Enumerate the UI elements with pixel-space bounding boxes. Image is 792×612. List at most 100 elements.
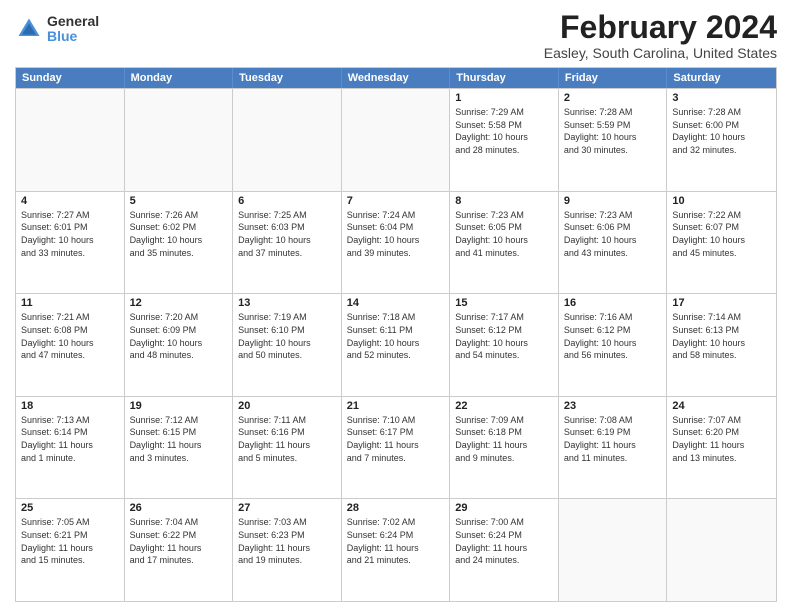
cal-cell bbox=[233, 89, 342, 191]
cal-header-cell: Sunday bbox=[16, 68, 125, 88]
main-title: February 2024 bbox=[544, 10, 777, 45]
cal-cell: 4Sunrise: 7:27 AMSunset: 6:01 PMDaylight… bbox=[16, 192, 125, 294]
day-number: 25 bbox=[21, 502, 119, 514]
day-number: 10 bbox=[672, 195, 771, 207]
day-number: 15 bbox=[455, 297, 553, 309]
day-number: 17 bbox=[672, 297, 771, 309]
cal-cell: 8 Sunrise: 7:23 AMSunset: 6:05 PMDaylight… bbox=[450, 192, 559, 294]
cal-week: 1 Sunrise: 7:29 AMSunset: 5:58 PMDaylight… bbox=[16, 88, 776, 191]
cal-cell: 1 Sunrise: 7:29 AMSunset: 5:58 PMDaylight… bbox=[450, 89, 559, 191]
day-number: 24 bbox=[672, 400, 771, 412]
cal-cell: 3Sunrise: 7:28 AMSunset: 6:00 PMDaylight… bbox=[667, 89, 776, 191]
day-number: 26 bbox=[130, 502, 228, 514]
day-info: Sunrise: 7:26 AMSunset: 6:02 PMDaylight:… bbox=[130, 209, 228, 259]
page: General Blue February 2024 Easley, South… bbox=[0, 0, 792, 612]
cal-cell: 10 Sunrise: 7:22 AMSunset: 6:07 PMDayligh… bbox=[667, 192, 776, 294]
day-info: Sunrise: 7:10 AMSunset: 6:17 PMDaylight:… bbox=[347, 414, 445, 464]
cal-cell: 22 Sunrise: 7:09 AMSunset: 6:18 PMDayligh… bbox=[450, 397, 559, 499]
day-number: 5 bbox=[130, 195, 228, 207]
day-info: Sunrise: 7:11 AMSunset: 6:16 PMDaylight:… bbox=[238, 414, 336, 464]
cal-cell: 7 Sunrise: 7:24 AMSunset: 6:04 PMDaylight… bbox=[342, 192, 451, 294]
cal-header-cell: Monday bbox=[125, 68, 234, 88]
cal-header-cell: Friday bbox=[559, 68, 668, 88]
day-number: 8 bbox=[455, 195, 553, 207]
day-number: 4 bbox=[21, 195, 119, 207]
day-info: Sunrise: 7:02 AMSunset: 6:24 PMDaylight:… bbox=[347, 516, 445, 566]
day-info: Sunrise: 7:16 AMSunset: 6:12 PMDaylight:… bbox=[564, 311, 662, 361]
day-number: 22 bbox=[455, 400, 553, 412]
day-info: Sunrise: 7:14 AMSunset: 6:13 PMDaylight:… bbox=[672, 311, 771, 361]
day-number: 19 bbox=[130, 400, 228, 412]
cal-header-cell: Wednesday bbox=[342, 68, 451, 88]
cal-header-cell: Thursday bbox=[450, 68, 559, 88]
logo-icon bbox=[15, 15, 43, 43]
cal-cell: 11 Sunrise: 7:21 AMSunset: 6:08 PMDayligh… bbox=[16, 294, 125, 396]
day-info: Sunrise: 7:28 AMSunset: 6:00 PMDaylight:… bbox=[672, 106, 771, 156]
day-number: 18 bbox=[21, 400, 119, 412]
cal-cell: 14Sunrise: 7:18 AMSunset: 6:11 PMDayligh… bbox=[342, 294, 451, 396]
day-info: Sunrise: 7:03 AMSunset: 6:23 PMDaylight:… bbox=[238, 516, 336, 566]
day-number: 20 bbox=[238, 400, 336, 412]
day-info: Sunrise: 7:17 AMSunset: 6:12 PMDaylight:… bbox=[455, 311, 553, 361]
logo-text: General Blue bbox=[47, 14, 99, 45]
cal-cell bbox=[559, 499, 668, 601]
cal-week: 4Sunrise: 7:27 AMSunset: 6:01 PMDaylight… bbox=[16, 191, 776, 294]
day-info: Sunrise: 7:28 AMSunset: 5:59 PMDaylight:… bbox=[564, 106, 662, 156]
day-info: Sunrise: 7:29 AMSunset: 5:58 PMDaylight:… bbox=[455, 106, 553, 156]
cal-cell bbox=[16, 89, 125, 191]
day-info: Sunrise: 7:09 AMSunset: 6:18 PMDaylight:… bbox=[455, 414, 553, 464]
cal-cell bbox=[667, 499, 776, 601]
cal-cell: 18 Sunrise: 7:13 AMSunset: 6:14 PMDayligh… bbox=[16, 397, 125, 499]
day-number: 16 bbox=[564, 297, 662, 309]
day-number: 12 bbox=[130, 297, 228, 309]
day-info: Sunrise: 7:20 AMSunset: 6:09 PMDaylight:… bbox=[130, 311, 228, 361]
cal-cell: 2 Sunrise: 7:28 AMSunset: 5:59 PMDaylight… bbox=[559, 89, 668, 191]
cal-cell: 21 Sunrise: 7:10 AMSunset: 6:17 PMDayligh… bbox=[342, 397, 451, 499]
cal-cell: 13Sunrise: 7:19 AMSunset: 6:10 PMDayligh… bbox=[233, 294, 342, 396]
cal-cell: 9Sunrise: 7:23 AMSunset: 6:06 PMDaylight… bbox=[559, 192, 668, 294]
day-info: Sunrise: 7:21 AMSunset: 6:08 PMDaylight:… bbox=[21, 311, 119, 361]
cal-week: 11 Sunrise: 7:21 AMSunset: 6:08 PMDayligh… bbox=[16, 293, 776, 396]
day-number: 28 bbox=[347, 502, 445, 514]
day-info: Sunrise: 7:23 AMSunset: 6:05 PMDaylight:… bbox=[455, 209, 553, 259]
day-info: Sunrise: 7:23 AMSunset: 6:06 PMDaylight:… bbox=[564, 209, 662, 259]
calendar: SundayMondayTuesdayWednesdayThursdayFrid… bbox=[15, 67, 777, 602]
cal-cell: 17 Sunrise: 7:14 AMSunset: 6:13 PMDayligh… bbox=[667, 294, 776, 396]
cal-cell: 23Sunrise: 7:08 AMSunset: 6:19 PMDayligh… bbox=[559, 397, 668, 499]
day-info: Sunrise: 7:00 AMSunset: 6:24 PMDaylight:… bbox=[455, 516, 553, 566]
day-number: 7 bbox=[347, 195, 445, 207]
cal-cell: 15 Sunrise: 7:17 AMSunset: 6:12 PMDayligh… bbox=[450, 294, 559, 396]
cal-cell: 26 Sunrise: 7:04 AMSunset: 6:22 PMDayligh… bbox=[125, 499, 234, 601]
logo-general: General bbox=[47, 14, 99, 29]
cal-cell: 25 Sunrise: 7:05 AMSunset: 6:21 PMDayligh… bbox=[16, 499, 125, 601]
day-number: 21 bbox=[347, 400, 445, 412]
day-info: Sunrise: 7:13 AMSunset: 6:14 PMDaylight:… bbox=[21, 414, 119, 464]
day-info: Sunrise: 7:08 AMSunset: 6:19 PMDaylight:… bbox=[564, 414, 662, 464]
day-info: Sunrise: 7:07 AMSunset: 6:20 PMDaylight:… bbox=[672, 414, 771, 464]
day-info: Sunrise: 7:12 AMSunset: 6:15 PMDaylight:… bbox=[130, 414, 228, 464]
day-number: 13 bbox=[238, 297, 336, 309]
day-number: 2 bbox=[564, 92, 662, 104]
day-info: Sunrise: 7:22 AMSunset: 6:07 PMDaylight:… bbox=[672, 209, 771, 259]
day-info: Sunrise: 7:24 AMSunset: 6:04 PMDaylight:… bbox=[347, 209, 445, 259]
day-info: Sunrise: 7:04 AMSunset: 6:22 PMDaylight:… bbox=[130, 516, 228, 566]
calendar-header: SundayMondayTuesdayWednesdayThursdayFrid… bbox=[16, 68, 776, 88]
day-number: 1 bbox=[455, 92, 553, 104]
logo: General Blue bbox=[15, 14, 99, 45]
cal-cell: 29 Sunrise: 7:00 AMSunset: 6:24 PMDayligh… bbox=[450, 499, 559, 601]
cal-cell: 27 Sunrise: 7:03 AMSunset: 6:23 PMDayligh… bbox=[233, 499, 342, 601]
cal-cell: 24 Sunrise: 7:07 AMSunset: 6:20 PMDayligh… bbox=[667, 397, 776, 499]
cal-cell: 16 Sunrise: 7:16 AMSunset: 6:12 PMDayligh… bbox=[559, 294, 668, 396]
logo-blue: Blue bbox=[47, 29, 99, 44]
day-info: Sunrise: 7:18 AMSunset: 6:11 PMDaylight:… bbox=[347, 311, 445, 361]
cal-cell: 5 Sunrise: 7:26 AMSunset: 6:02 PMDaylight… bbox=[125, 192, 234, 294]
cal-cell: 19 Sunrise: 7:12 AMSunset: 6:15 PMDayligh… bbox=[125, 397, 234, 499]
day-number: 11 bbox=[21, 297, 119, 309]
cal-cell: 20 Sunrise: 7:11 AMSunset: 6:16 PMDayligh… bbox=[233, 397, 342, 499]
day-number: 29 bbox=[455, 502, 553, 514]
title-block: February 2024 Easley, South Carolina, Un… bbox=[544, 10, 777, 61]
day-info: Sunrise: 7:05 AMSunset: 6:21 PMDaylight:… bbox=[21, 516, 119, 566]
subtitle: Easley, South Carolina, United States bbox=[544, 45, 777, 61]
cal-cell bbox=[342, 89, 451, 191]
day-number: 27 bbox=[238, 502, 336, 514]
